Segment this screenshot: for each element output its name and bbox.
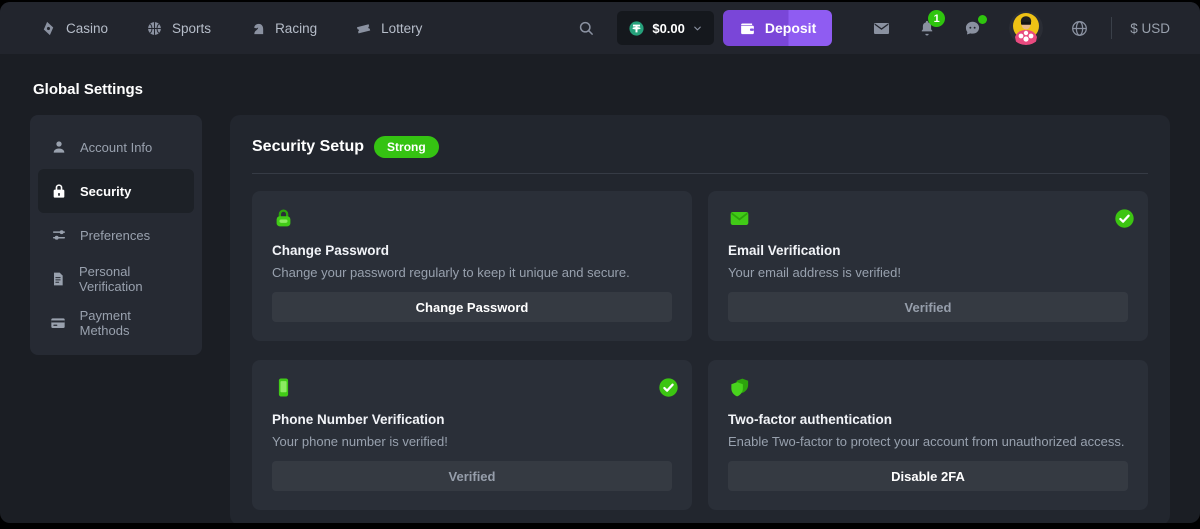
card-phone-verification: Phone Number Verification Your phone num… (252, 360, 692, 510)
balance-selector[interactable]: $0.00 (617, 11, 714, 45)
sidebar-item-security[interactable]: Security (38, 169, 194, 213)
security-setup-panel: Security Setup Strong Change Password Ch… (230, 115, 1170, 523)
user-icon (50, 139, 67, 155)
chat-online-dot (978, 15, 987, 24)
card-email-verification: Email Verification Your email address is… (708, 191, 1148, 341)
chat-icon[interactable] (963, 19, 982, 38)
credit-card-icon (50, 315, 67, 331)
nav-label: Lottery (381, 21, 422, 36)
sidebar-item-label: Personal Verification (79, 264, 182, 294)
topbar-divider (1111, 17, 1112, 39)
nav-item-casino[interactable]: Casino (40, 20, 108, 37)
security-strength-badge: Strong (374, 136, 439, 158)
notification-count-badge: 1 (928, 10, 945, 27)
mail-icon[interactable] (872, 19, 891, 38)
settings-sidebar: Account Info Security Preferences (30, 115, 202, 355)
main-nav: Casino Sports Racing Lottery (40, 20, 422, 37)
sidebar-item-preferences[interactable]: Preferences (38, 213, 194, 257)
chevron-down-icon (692, 23, 703, 34)
casino-chip-icon (40, 20, 57, 37)
user-avatar[interactable] (1009, 11, 1043, 45)
nav-item-lottery[interactable]: Lottery (355, 20, 422, 37)
card-description: Change your password regularly to keep i… (272, 265, 672, 280)
sidebar-item-label: Preferences (80, 228, 150, 243)
deposit-label: Deposit (765, 20, 816, 36)
security-cards: Change Password Change your password reg… (252, 191, 1148, 510)
sidebar-item-payment-methods[interactable]: Payment Methods (38, 301, 194, 345)
search-icon[interactable] (577, 19, 595, 37)
email-verified-button[interactable]: Verified (728, 292, 1128, 322)
app-screen: Casino Sports Racing Lottery (0, 2, 1200, 523)
card-two-factor-auth: Two-factor authentication Enable Two-fac… (708, 360, 1148, 510)
card-description: Your phone number is verified! (272, 434, 672, 449)
deposit-button[interactable]: Deposit (723, 10, 832, 46)
change-password-button[interactable]: Change Password (272, 292, 672, 322)
lock-icon (50, 183, 67, 199)
balance-amount: $0.00 (652, 21, 685, 36)
phone-verified-button[interactable]: Verified (272, 461, 672, 491)
shields-green-icon (728, 376, 1128, 399)
card-description: Your email address is verified! (728, 265, 1128, 280)
lock-green-icon (272, 207, 672, 230)
disable-2fa-button[interactable]: Disable 2FA (728, 461, 1128, 491)
ticket-icon (355, 20, 372, 37)
globe-language-icon[interactable] (1070, 19, 1089, 38)
basketball-icon (146, 20, 163, 37)
horse-icon (249, 20, 266, 37)
verified-check-icon (658, 377, 679, 398)
phone-green-icon (272, 376, 672, 399)
page-title: Global Settings (33, 81, 1170, 98)
sidebar-item-account-info[interactable]: Account Info (38, 125, 194, 169)
sidebar-item-label: Payment Methods (80, 308, 182, 338)
panel-header: Security Setup Strong (252, 136, 1148, 174)
card-title: Email Verification (728, 243, 1128, 258)
currency-selector[interactable]: $ USD (1130, 21, 1170, 36)
tether-icon (628, 20, 645, 37)
document-icon (50, 271, 66, 287)
nav-item-sports[interactable]: Sports (146, 20, 211, 37)
verified-check-icon (1114, 208, 1135, 229)
card-title: Change Password (272, 243, 672, 258)
sidebar-item-label: Account Info (80, 140, 152, 155)
wallet-icon (739, 20, 756, 37)
topbar-icons: 1 (872, 11, 1089, 45)
card-description: Enable Two-factor to protect your accoun… (728, 434, 1128, 449)
notifications-bell-icon[interactable]: 1 (918, 19, 936, 37)
sliders-icon (50, 227, 67, 243)
sidebar-item-personal-verification[interactable]: Personal Verification (38, 257, 194, 301)
topbar: Casino Sports Racing Lottery (0, 2, 1200, 54)
card-change-password: Change Password Change your password reg… (252, 191, 692, 341)
card-title: Phone Number Verification (272, 412, 672, 427)
envelope-green-icon (728, 207, 1128, 230)
card-title: Two-factor authentication (728, 412, 1128, 427)
nav-label: Racing (275, 21, 317, 36)
nav-label: Casino (66, 21, 108, 36)
sidebar-item-label: Security (80, 184, 131, 199)
nav-label: Sports (172, 21, 211, 36)
nav-item-racing[interactable]: Racing (249, 20, 317, 37)
panel-title: Security Setup (252, 138, 364, 156)
